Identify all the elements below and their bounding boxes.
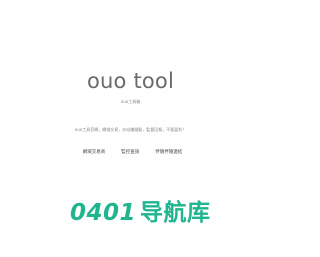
nav-link-domain-trade[interactable]: 網域交易商	[83, 150, 106, 156]
watermark-logo: 0401 导航库	[70, 198, 260, 228]
site-title: ouo tool	[86, 69, 175, 93]
site-description: ouo工具官網，網域交易，炒站賺錢點，監督回報，不要盈利！	[74, 127, 187, 132]
watermark-digits: 0401	[70, 200, 137, 226]
watermark-text: 导航库	[140, 200, 211, 226]
site-subtitle: ouo工具箱	[120, 99, 141, 104]
nav-link-partner[interactable]: 伴隨伴隨連結	[155, 150, 182, 156]
nav-links: 網域交易商 監控查詢 伴隨伴隨連結	[0, 150, 261, 156]
nav-link-monitor[interactable]: 監控查詢	[121, 150, 139, 156]
page: ouo tool ouo工具箱 ouo工具官網，網域交易，炒站賺錢點，監督回報，…	[0, 0, 261, 257]
